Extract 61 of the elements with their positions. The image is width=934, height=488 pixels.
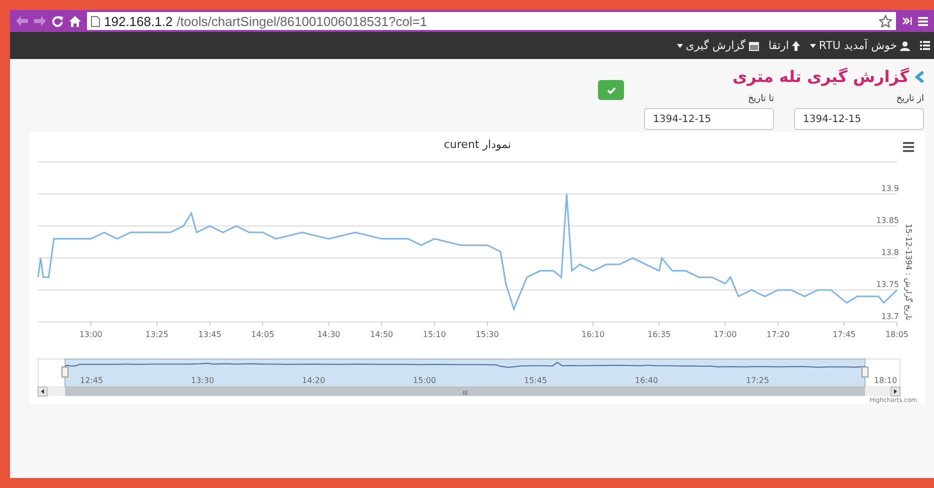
x-axis-label: 13:00 xyxy=(79,330,102,339)
extensions-icon[interactable] xyxy=(902,16,912,26)
x-axis-label: 17:00 xyxy=(714,330,737,339)
navigator-selection[interactable] xyxy=(64,358,866,388)
navigator-label: 14:20 xyxy=(302,376,326,385)
navigator-label: 15:00 xyxy=(413,376,436,385)
x-axis-label: 13:25 xyxy=(145,330,168,339)
navigator-handle[interactable] xyxy=(62,366,68,378)
x-axis-label: 13:45 xyxy=(198,330,222,339)
address-bar[interactable]: 192.168.1.2 /tools/chartSingel/861001006018531?col=1 xyxy=(87,12,896,30)
navigator-unselected-area xyxy=(864,358,900,388)
date-field[interactable]: 1394-12-15 xyxy=(644,108,774,130)
x-axis-label: 15:10 xyxy=(422,330,446,339)
field-label: از تاریخ xyxy=(896,94,924,104)
field-label: تا تاریخ xyxy=(748,94,774,104)
y-axis-label: 13.8 xyxy=(881,248,899,257)
page-title: گزارش گیری تله متری xyxy=(732,67,909,86)
chevron-icon xyxy=(915,70,924,82)
x-axis-label: 15:30 xyxy=(476,330,499,339)
user-icon xyxy=(900,40,910,50)
calendar-icon xyxy=(748,40,759,50)
menu-icon[interactable] xyxy=(918,16,928,26)
x-axis-label: 18:05 xyxy=(885,330,909,339)
x-axis-label: 17:20 xyxy=(766,330,790,339)
y-axis-title: تاریخ گزارش : 1394-12-15 xyxy=(904,224,913,320)
navigator-label: 17:25 xyxy=(746,376,770,385)
chart-title: curent نمودار xyxy=(444,138,512,151)
x-axis-label: 17:45 xyxy=(832,330,856,339)
navigator-label: 18:10 xyxy=(874,376,898,385)
url-host: 192.168.1.2 xyxy=(104,14,173,28)
navigator-label: 13:30 xyxy=(191,376,214,385)
date-field[interactable]: 1394-12-15 xyxy=(794,108,924,130)
y-axis-label: 13.9 xyxy=(881,184,899,193)
menu-icon[interactable] xyxy=(903,142,914,152)
up-arrow-icon xyxy=(792,40,800,50)
navigator-label: 16:40 xyxy=(635,376,658,385)
star-icon[interactable] xyxy=(879,14,892,28)
navigator-label: 12:45 xyxy=(80,376,104,385)
y-axis-label: 13.75 xyxy=(876,280,899,289)
list-icon[interactable] xyxy=(920,41,930,50)
x-axis-label: 14:50 xyxy=(370,330,394,339)
navigator-unselected-area xyxy=(38,358,66,388)
url-path: /tools/chartSingel/861001006018531?col=1 xyxy=(176,14,428,28)
y-axis-label: 13.7 xyxy=(881,312,899,321)
nav-menu-item[interactable]: ارتقا xyxy=(768,39,800,52)
scroll-right-button[interactable] xyxy=(890,386,900,396)
scroll-left-button[interactable] xyxy=(38,386,48,396)
navigator-label: 15:45 xyxy=(524,376,548,385)
x-axis-label: 16:35 xyxy=(648,330,671,339)
x-axis-label: 16:10 xyxy=(582,330,605,339)
nav-menu-item[interactable]: گزارش گیری xyxy=(676,39,759,52)
nav-menu-item[interactable]: خوش آمدید RTU xyxy=(810,39,910,52)
home-icon[interactable] xyxy=(69,16,81,26)
check-icon xyxy=(606,86,616,94)
reload-icon[interactable] xyxy=(52,16,63,26)
y-axis-label: 13.85 xyxy=(876,216,899,225)
page-icon xyxy=(91,16,100,26)
x-axis-label: 14:30 xyxy=(317,330,340,339)
x-axis-label: 14:05 xyxy=(251,330,274,339)
submit-button[interactable] xyxy=(598,80,624,100)
navigator-handle[interactable] xyxy=(862,366,868,378)
